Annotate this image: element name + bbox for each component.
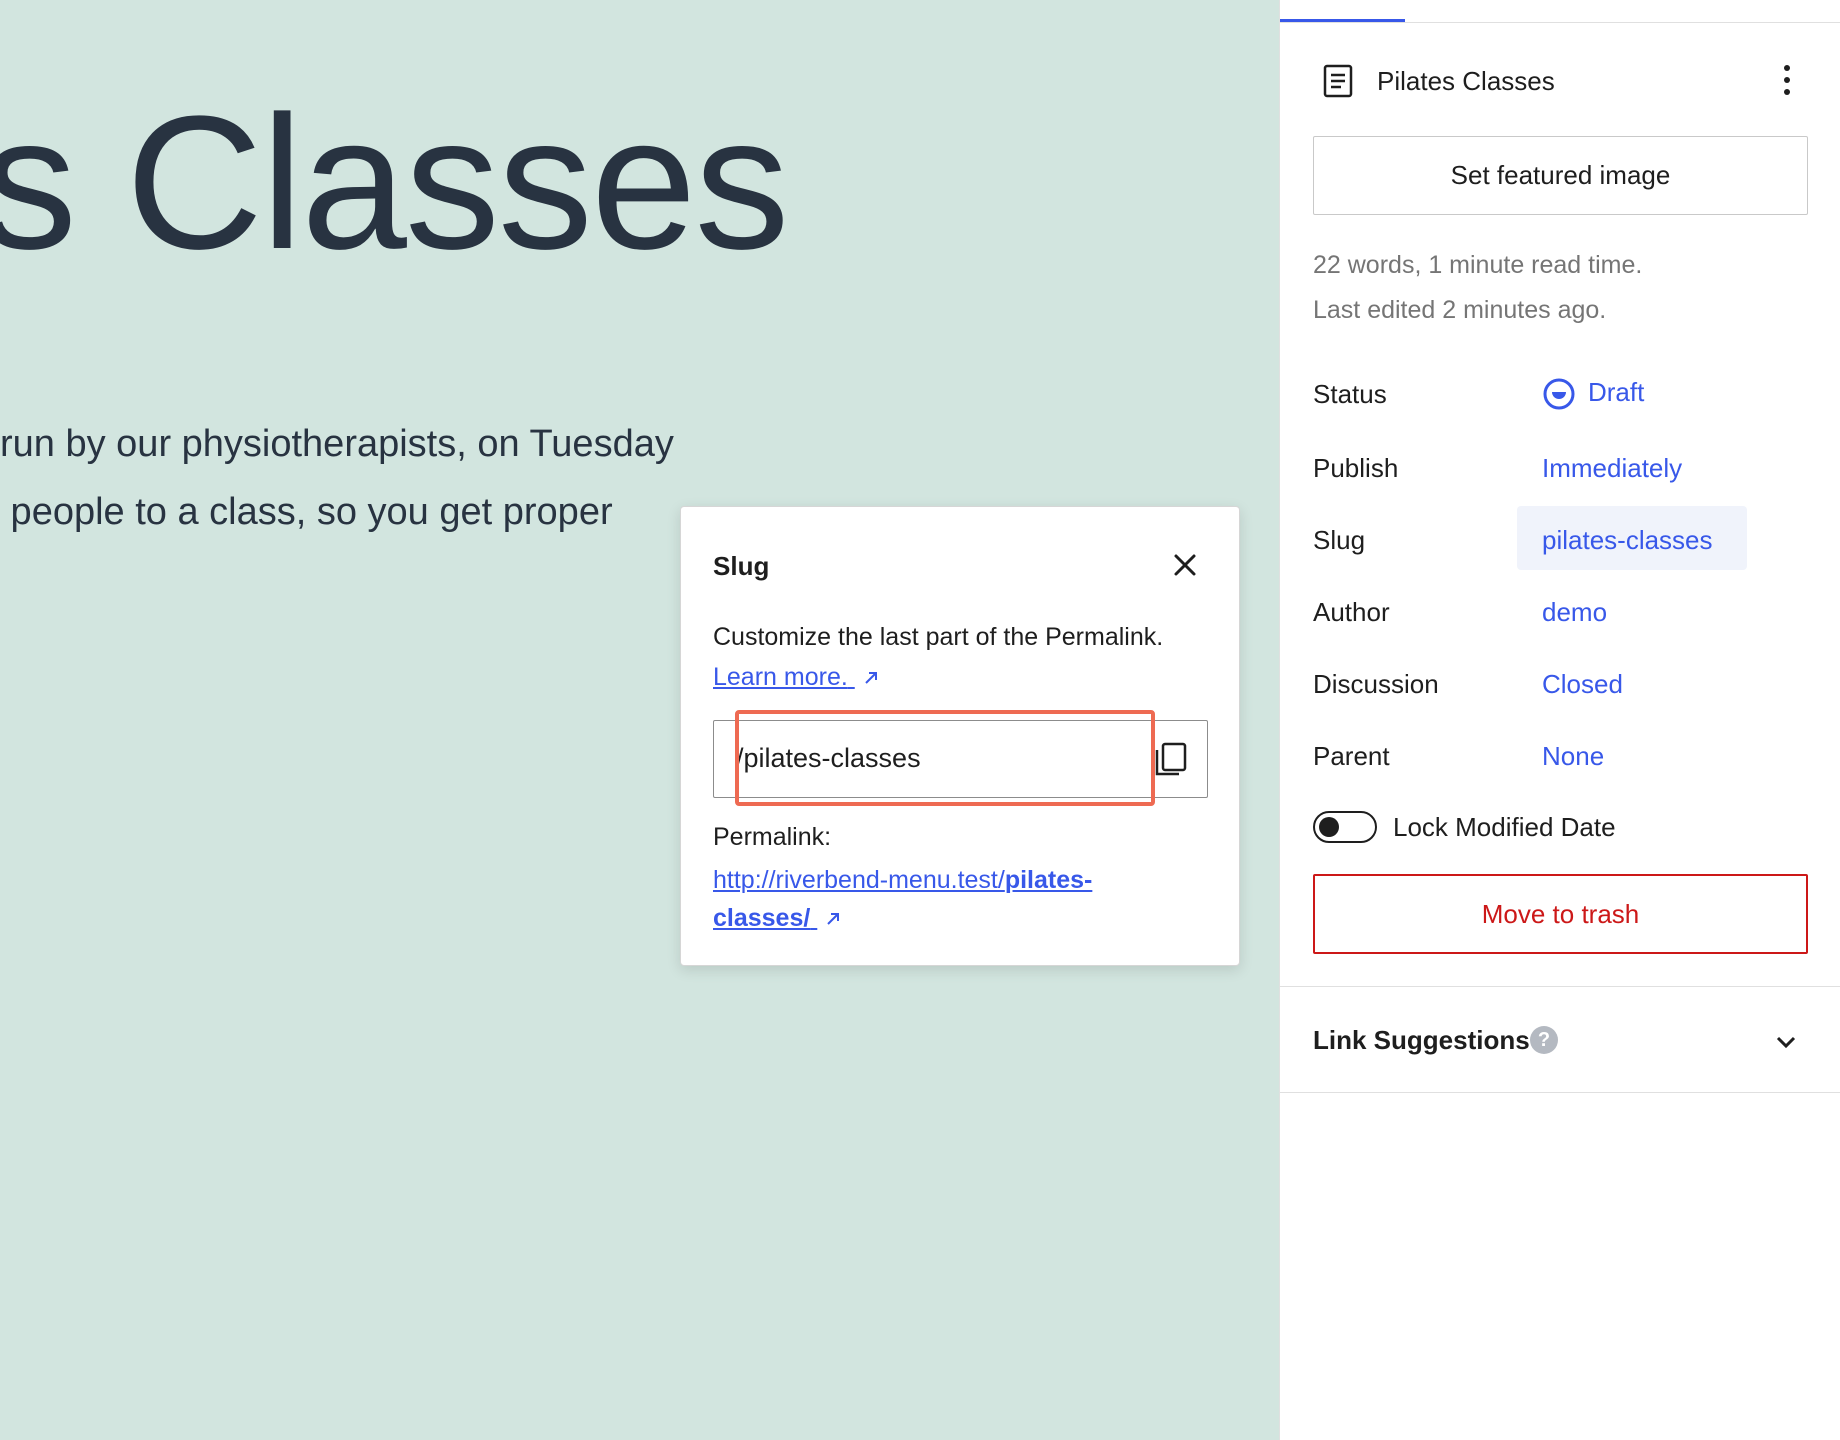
- more-options-icon[interactable]: [1772, 60, 1802, 100]
- publish-label: Publish: [1313, 453, 1399, 483]
- publish-value[interactable]: Immediately: [1542, 453, 1682, 484]
- discussion-value[interactable]: Closed: [1542, 669, 1623, 700]
- slug-input[interactable]: [736, 721, 1116, 795]
- discussion-label: Discussion: [1313, 669, 1439, 699]
- permalink-link[interactable]: http://riverbend-menu.test/pilates-class…: [713, 861, 1153, 937]
- link-suggestions-title[interactable]: Link Suggestions: [1313, 1025, 1530, 1056]
- set-featured-image-button[interactable]: Set featured image: [1313, 136, 1808, 215]
- author-label: Author: [1313, 597, 1390, 627]
- draft-status-icon: [1543, 378, 1575, 410]
- chevron-down-icon[interactable]: [1772, 1028, 1800, 1056]
- parent-label: Parent: [1313, 741, 1390, 771]
- document-icon: [1322, 64, 1354, 98]
- external-link-icon: [865, 672, 877, 685]
- word-count-text: 22 words, 1 minute read time.: [1313, 251, 1643, 279]
- status-label: Status: [1313, 379, 1387, 409]
- lock-modified-date-label: Lock Modified Date: [1393, 812, 1616, 842]
- last-edited-text: Last edited 2 minutes ago.: [1313, 296, 1607, 324]
- status-value-label: Draft: [1588, 377, 1645, 407]
- permalink-label: Permalink:: [713, 823, 832, 851]
- settings-sidebar: Pilates Classes Set featured image 22 wo…: [1279, 0, 1840, 1440]
- external-link-icon: [827, 913, 840, 926]
- learn-more-label: Learn more.: [713, 663, 848, 691]
- copy-icon[interactable]: [1151, 740, 1189, 778]
- post-summary-title: Pilates Classes: [1377, 66, 1555, 96]
- paragraph-line: run by our physiotherapists, on Tuesday: [0, 423, 674, 465]
- post-paragraph[interactable]: run by our physiotherapists, on Tuesday …: [0, 410, 674, 546]
- lock-modified-date-toggle[interactable]: [1313, 811, 1377, 843]
- close-icon[interactable]: [1169, 549, 1201, 581]
- status-value[interactable]: Draft: [1542, 377, 1644, 411]
- editor-canvas: s Classes run by our physiotherapists, o…: [0, 0, 1279, 1440]
- permalink-base: http://riverbend-menu.test/: [713, 866, 1005, 894]
- parent-value[interactable]: None: [1542, 741, 1604, 772]
- help-icon[interactable]: ?: [1530, 1026, 1558, 1054]
- learn-more-link[interactable]: Learn more.: [713, 663, 881, 692]
- author-value[interactable]: demo: [1542, 597, 1607, 628]
- toggle-knob: [1319, 817, 1339, 837]
- move-to-trash-button[interactable]: Move to trash: [1313, 874, 1808, 954]
- slug-value[interactable]: pilates-classes: [1542, 525, 1713, 556]
- paragraph-line: people to a class, so you get proper: [0, 491, 613, 533]
- section-divider: [1280, 986, 1840, 987]
- sidebar-tabs: [1280, 0, 1840, 23]
- post-title-heading[interactable]: s Classes: [0, 88, 790, 278]
- popover-description: Customize the last part of the Permalink…: [713, 623, 1164, 651]
- slug-label: Slug: [1313, 525, 1366, 555]
- tab-post-active-indicator[interactable]: [1280, 19, 1405, 22]
- slug-popover: Slug Customize the last part of the Perm…: [680, 506, 1240, 966]
- popover-title: Slug: [713, 551, 770, 581]
- slug-field: [713, 720, 1208, 798]
- section-divider: [1280, 1092, 1840, 1093]
